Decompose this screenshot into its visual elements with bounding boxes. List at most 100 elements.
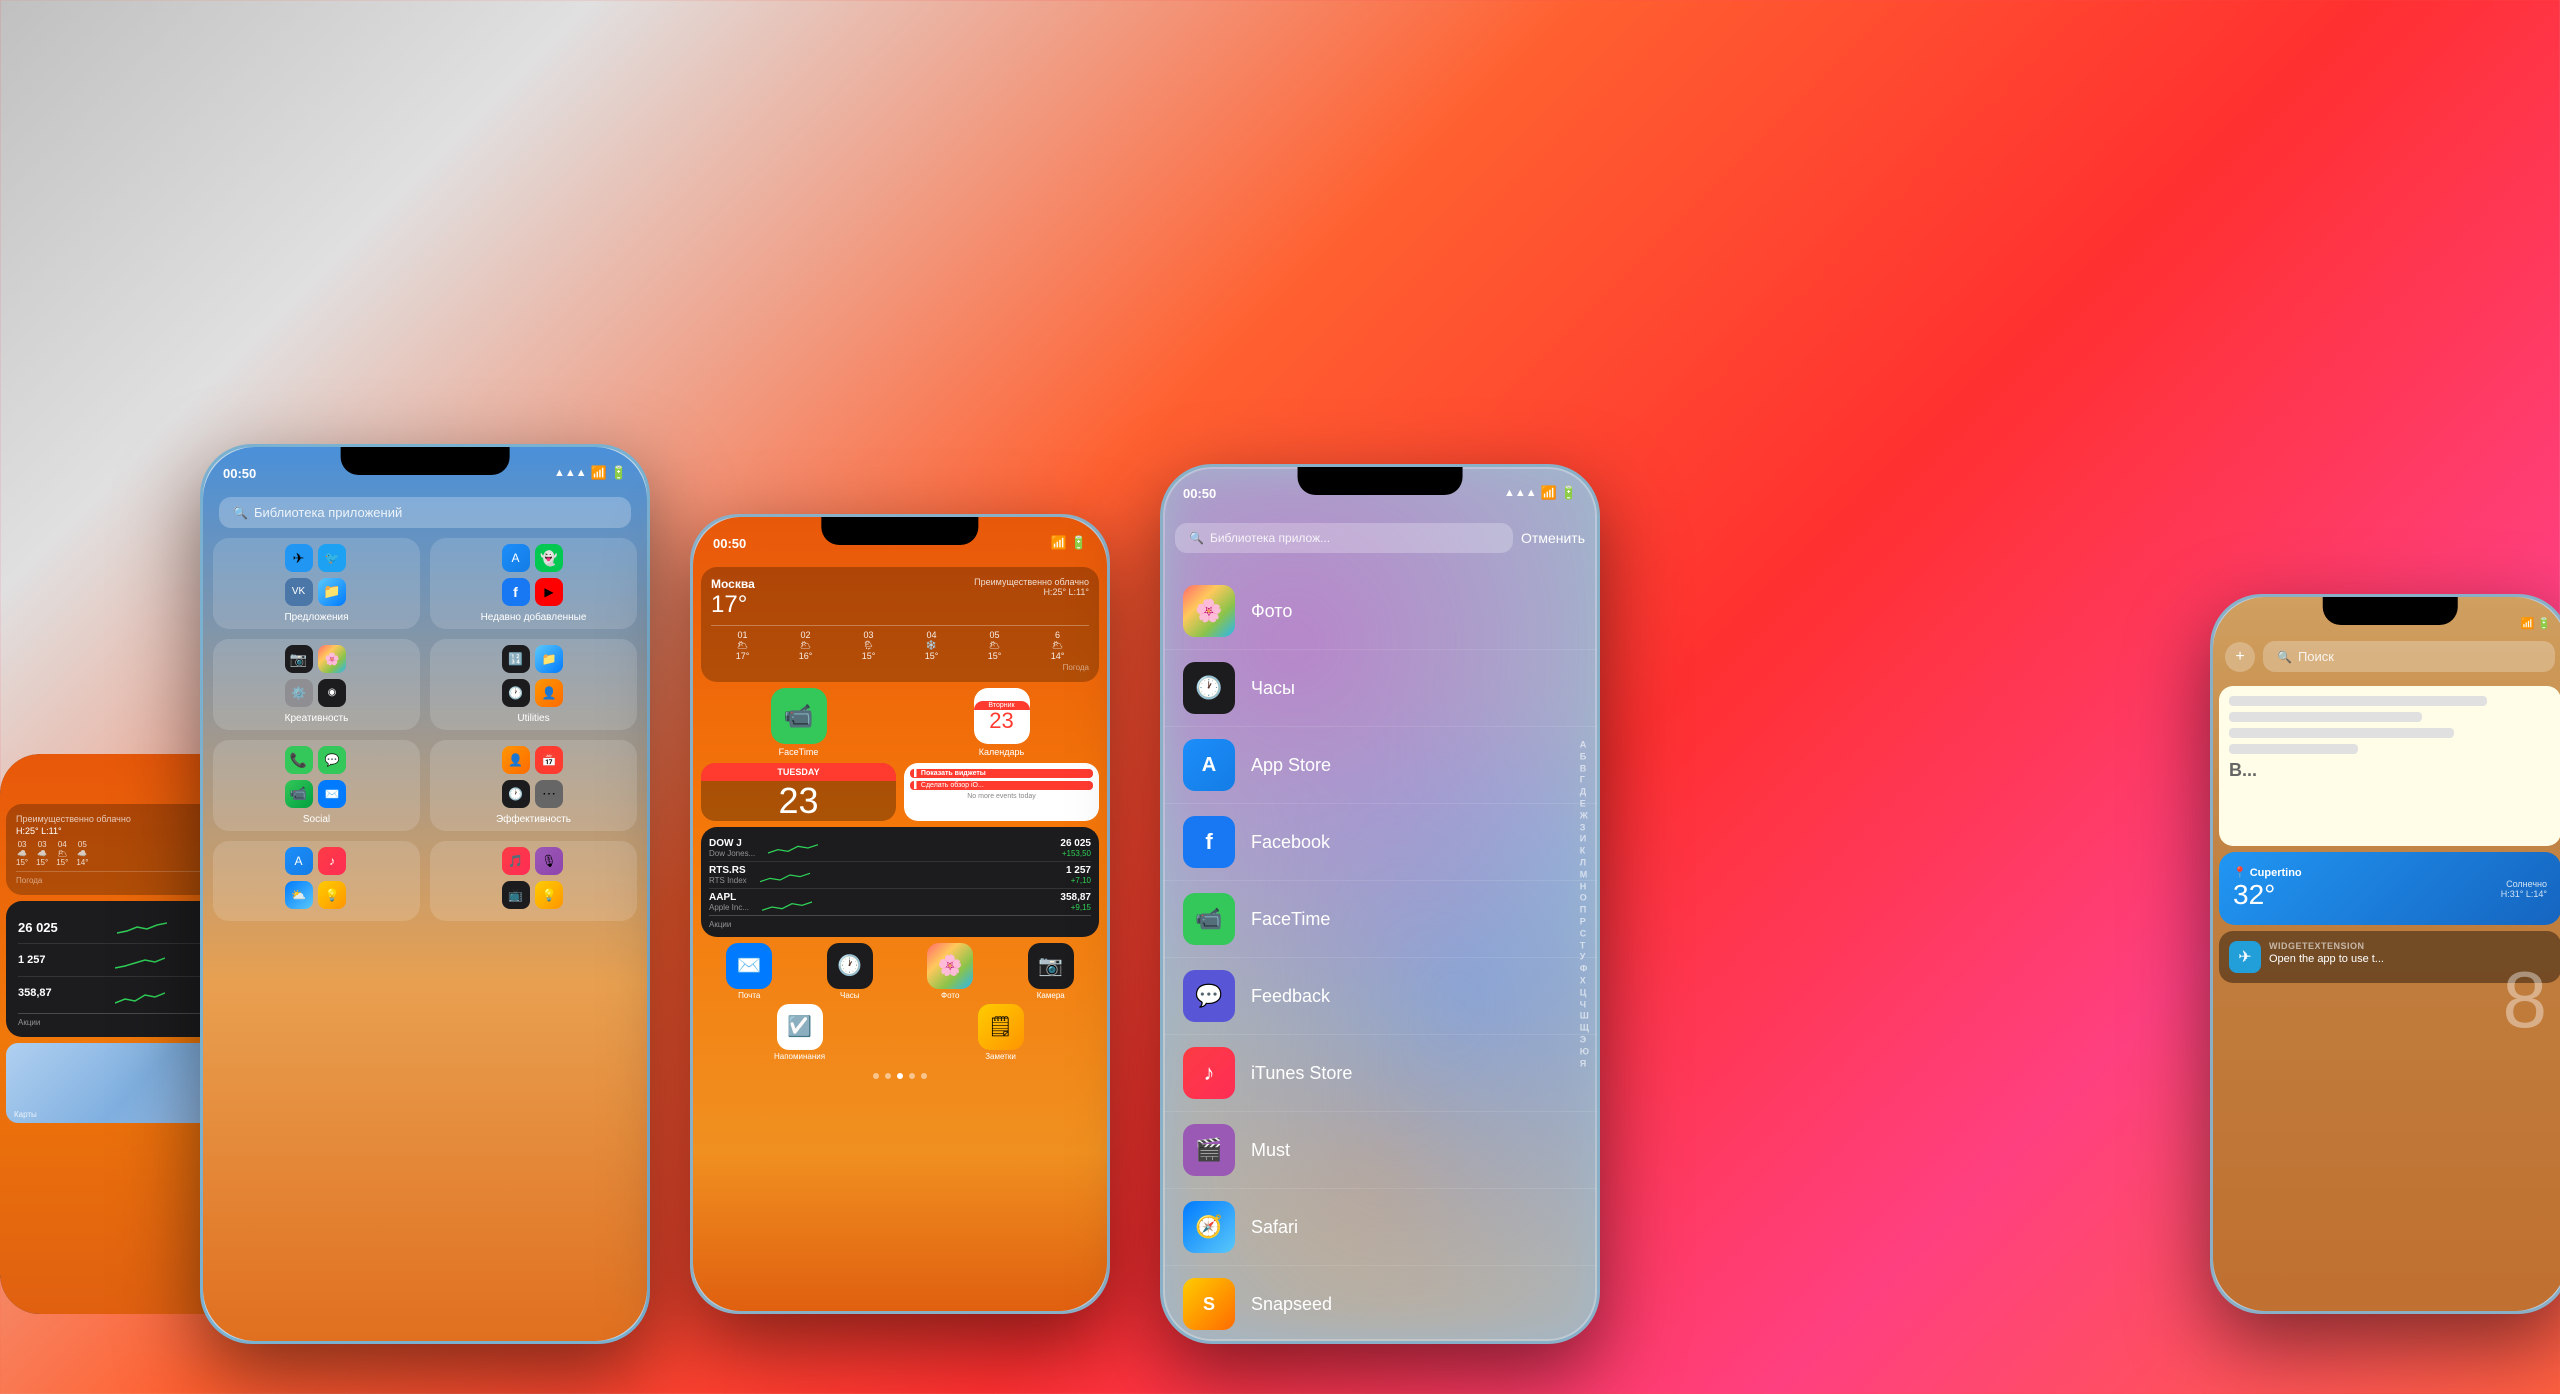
phone2-folder-efficiency-label: Эффективность [496,814,571,825]
phone2-screen: 00:50 ▲▲▲ 📶 🔋 🔍 Библиотека приложений ✈ [203,447,647,1341]
phone4-alpha-o: О [1580,893,1589,904]
phone3-mail-app[interactable]: ✉️ Почта [701,943,798,1000]
phone5-search-icon: 🔍 [2277,650,2292,664]
phone2-folders-row3: 📞 💬 📹 ✉️ Social 👤 📅 🕐 ⋯ Эффект [213,740,637,831]
phone2-folder-recent[interactable]: A 👻 f ▶ Недавно добавленные [430,538,637,629]
phone3-camera-app[interactable]: 📷 Камера [1003,943,1100,1000]
phone2-app-podcast: 🎙 [535,847,563,875]
phone2-folder-suggestions[interactable]: ✈ 🐦 VK 📁 Предложения [213,538,420,629]
phone3-s3-ticker: AAPL [709,892,749,903]
phone4-alpha-ya: Я [1580,1058,1589,1069]
phone4-alphabet-index: А Б В Г Д Е Ж З И К Л М Н О П Р С Т У Ф … [1580,739,1589,1068]
phone2-app-telegram: ✈ [285,544,313,572]
phone-5: 📶 🔋 + 🔍 Поиск В... 📍 [2210,594,2560,1314]
phone3-fc-4: 04❄️15° [925,630,939,661]
phone3-facetime-app[interactable]: 📹 FaceTime [701,688,896,757]
phone3-facetime-icon: 📹 [771,688,827,744]
phone4-facetime-name: FaceTime [1251,909,1330,930]
phone3-s3-full: Apple Inc... [709,903,749,912]
phone4-itunes-icon: ♪ [1183,1047,1235,1099]
phone4-facebook-icon: f [1183,816,1235,868]
phone4-appstore-icon: A [1183,739,1235,791]
phone3-dot-3 [897,1073,903,1079]
phone2-folder-row4-1-grid: A ♪ ⛅ 💡 [285,847,349,911]
phone3-notes-app[interactable]: 🗒 Заметки [902,1004,1099,1061]
phone3-notes-icon: 🗒 [978,1004,1024,1050]
phone3-cal-num: 23 [701,781,896,821]
phone4-alpha-s: С [1580,928,1589,939]
phone1-maps-label: Карты [14,1110,37,1119]
phone4-app-clock[interactable]: 🕐 Часы [1163,650,1597,727]
phone3-calendar-icon: Вторник 23 [974,688,1030,744]
phone4-app-itunes[interactable]: ♪ iTunes Store [1163,1035,1597,1112]
phone3-temp: 17° [711,591,755,619]
phone3-photos-app[interactable]: 🌸 Фото [902,943,999,1000]
phone2-folders-row4: A ♪ ⛅ 💡 🎵 🎙 📺 💡 [213,841,637,921]
phone2-folder-creative[interactable]: 📷 🌸 ⚙️ ◉ Креативность [213,639,420,730]
phone2-folder-efficiency-grid: 👤 📅 🕐 ⋯ [502,746,566,810]
phone3-wifi-icon: 📶 [1051,535,1067,551]
phone3-dot-1 [873,1073,879,1079]
phone5-notes-line3 [2229,728,2454,738]
phone2-app-weather: ⛅ [285,881,313,909]
phone3-battery-icon: 🔋 [1071,535,1087,551]
phone5-notes-line2 [2229,712,2422,722]
phone4-app-snapseed[interactable]: S Snapseed [1163,1266,1597,1341]
phone1-fc1: 03☁️15° [16,840,28,867]
phone5-notes-initial: В... [2229,760,2551,781]
phone5-top-controls: + 🔍 Поиск [2213,641,2560,680]
phone3-cal-day: 23 [989,710,1013,732]
phone2-search-bar[interactable]: 🔍 Библиотека приложений [219,497,631,528]
phone4-alpha-t: Т [1580,940,1589,951]
phone2-folder-social[interactable]: 📞 💬 📹 ✉️ Social [213,740,420,831]
phone4-app-photos[interactable]: 🌸 Фото [1163,573,1597,650]
phone2-folder-efficiency[interactable]: 👤 📅 🕐 ⋯ Эффективность [430,740,637,831]
phone3-camera-label: Камера [1037,991,1065,1000]
phone1-s3-chart [115,981,165,1005]
phone2-signal-icon: ▲▲▲ [554,467,587,479]
phone2-app-yt: ▶ [535,578,563,606]
phone4-search-bar[interactable]: 🔍 Библиотека прилож... [1175,523,1513,553]
phone2-folder-utilities[interactable]: 🔢 📁 🕐 👤 Utilities [430,639,637,730]
phone3-facetime-label: FaceTime [779,747,819,757]
phone4-app-must[interactable]: 🎬 Must [1163,1112,1597,1189]
phone4-app-facebook[interactable]: f Facebook [1163,804,1597,881]
phone3-reminders-app[interactable]: ☑️ Напоминания [701,1004,898,1061]
phone3-s1-change: +153,50 [1060,849,1091,858]
phone5-weather-header: 📍 Cupertino 32° Солнечно H:31° L:14° [2233,866,2547,911]
phone3-event-tuesday: ▌ Показать виджеты [910,769,1093,778]
phone4-app-facetime[interactable]: 📹 FaceTime [1163,881,1597,958]
phone3-calendar-app[interactable]: Вторник 23 Календарь [904,688,1099,757]
phone5-location-icon: 📍 [2233,866,2247,879]
phone2-wifi-icon: 📶 [591,465,607,481]
phone2-app-settings: ⚙️ [285,679,313,707]
phone3-clock-app[interactable]: 🕐 Часы [802,943,899,1000]
phone3-camera-icon: 📷 [1028,943,1074,989]
phone3-statusbar: 00:50 📶 🔋 [693,517,1107,561]
phone3-dot-2 [885,1073,891,1079]
phone4-app-safari[interactable]: 🧭 Safari [1163,1189,1597,1266]
phone4-alpha-kh: Х [1580,975,1589,986]
phone3-clock-label: Часы [840,991,860,1000]
phone5-notes-line1 [2229,696,2487,706]
phone4-app-feedback[interactable]: 💬 Feedback [1163,958,1597,1035]
phone4-alpha-u: У [1580,952,1589,963]
phone4-statusbar: 00:50 ▲▲▲ 📶 🔋 [1163,467,1597,511]
phone2-folder-row4-1[interactable]: A ♪ ⛅ 💡 [213,841,420,921]
phone4-clock-icon: 🕐 [1183,662,1235,714]
phone3-s1-full: Dow Jones... [709,849,755,858]
phone3-condition: Преимущественно облачно [974,577,1089,587]
phone3-s1-price: 26 025 [1060,838,1091,849]
phone2-battery-icon: 🔋 [611,465,627,481]
phone3-weather-header: Москва 17° Преимущественно облачно H:25°… [711,577,1089,619]
phone4-app-appstore[interactable]: A App Store [1163,727,1597,804]
phone4-cancel-btn[interactable]: Отменить [1521,530,1585,546]
phone5-battery-icon: 🔋 [2537,617,2551,630]
phone5-add-btn[interactable]: + [2225,642,2255,672]
phone3-s2-info: RTS.RSRTS Index [709,865,747,885]
phone2-folder-row4-2[interactable]: 🎵 🎙 📺 💡 [430,841,637,921]
phone3-fc-3: 03🌦15° [862,630,876,661]
phone5-search-bar[interactable]: 🔍 Поиск [2263,641,2555,672]
phone2-folders-row1: ✈ 🐦 VK 📁 Предложения A 👻 f ▶ Неда [213,538,637,629]
phone3-s2-prices: 1 257+7,10 [1066,865,1091,885]
